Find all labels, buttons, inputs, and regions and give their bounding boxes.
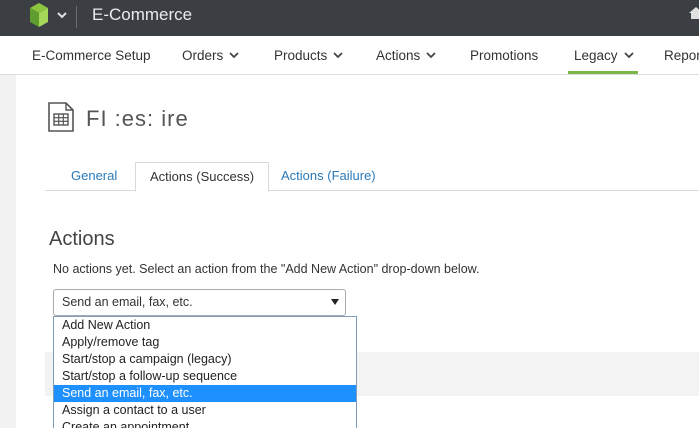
- side-gutter: [0, 75, 16, 428]
- home-icon[interactable]: [689, 6, 699, 20]
- nav-item-promotions[interactable]: Promotions: [470, 36, 538, 74]
- option-create-appointment[interactable]: Create an appointment: [54, 419, 356, 428]
- option-add-new-action[interactable]: Add New Action: [54, 317, 356, 334]
- chevron-down-icon: [623, 52, 634, 59]
- actions-help-text: No actions yet. Select an action from th…: [53, 262, 480, 276]
- nav-item-reports[interactable]: Repor: [664, 36, 699, 74]
- nav-item-label: E-Commerce Setup: [32, 48, 151, 63]
- option-send-email-fax[interactable]: Send an email, fax, etc.: [54, 385, 356, 402]
- tab-general[interactable]: General: [71, 162, 117, 191]
- nav-item-label: Legacy: [574, 48, 618, 63]
- nav-item-legacy[interactable]: Legacy: [568, 36, 638, 74]
- nav-item-label: Products: [274, 48, 328, 63]
- tab-actions-failure[interactable]: Actions (Failure): [281, 162, 376, 191]
- action-options-list[interactable]: Add New Action Apply/remove tag Start/st…: [53, 316, 357, 428]
- chevron-down-icon: [426, 52, 436, 59]
- select-value: Send an email, fax, etc.: [62, 295, 193, 309]
- option-apply-remove-tag[interactable]: Apply/remove tag: [54, 334, 356, 351]
- dropdown-arrow-icon: [331, 299, 339, 305]
- option-start-stop-campaign[interactable]: Start/stop a campaign (legacy): [54, 351, 356, 368]
- nav-item-orders[interactable]: Orders: [182, 36, 239, 74]
- nav-item-label: Actions: [376, 48, 421, 63]
- app-switcher-chevron-down-icon[interactable]: [56, 9, 68, 21]
- actions-heading: Actions: [49, 228, 115, 250]
- chevron-down-icon: [229, 52, 239, 59]
- main-nav: E-Commerce Setup Orders Products Actions…: [0, 36, 699, 75]
- nav-item-label: Orders: [182, 48, 224, 63]
- nav-item-actions[interactable]: Actions: [376, 36, 436, 74]
- option-assign-contact-user[interactable]: Assign a contact to a user: [54, 402, 356, 419]
- nav-item-label: Promotions: [470, 48, 539, 63]
- spreadsheet-file-icon: [48, 102, 74, 132]
- app-logo-icon[interactable]: [28, 2, 50, 28]
- app-title: E-Commerce: [92, 5, 193, 24]
- page-title: FI :es: ire: [86, 106, 189, 131]
- add-new-action-select[interactable]: Send an email, fax, etc.: [53, 289, 346, 316]
- nav-item-label: Repor: [664, 48, 699, 63]
- nav-item-products[interactable]: Products: [274, 36, 343, 74]
- topbar-divider: [76, 6, 77, 28]
- tab-actions-success[interactable]: Actions (Success): [135, 162, 270, 192]
- option-start-stop-follow-up[interactable]: Start/stop a follow-up sequence: [54, 368, 356, 385]
- top-bar: E-Commerce: [0, 0, 699, 36]
- chevron-down-icon: [333, 52, 343, 59]
- nav-item-ecommerce-setup[interactable]: E-Commerce Setup: [32, 36, 151, 74]
